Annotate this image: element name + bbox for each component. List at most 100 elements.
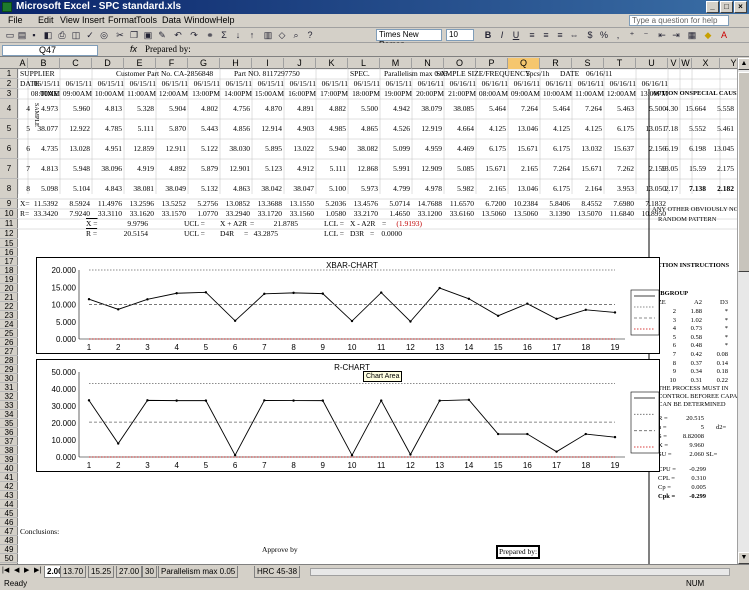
time-cell[interactable]: 15:00AM	[252, 89, 284, 99]
name-box[interactable]: Q47	[2, 45, 98, 56]
data-cell[interactable]: 4.891	[284, 104, 314, 114]
row-header-1[interactable]: 1	[0, 69, 18, 79]
percent-icon[interactable]: %	[598, 29, 610, 41]
minimize-button[interactable]: _	[706, 1, 719, 13]
lcl-x-label[interactable]: LCL =	[324, 219, 344, 229]
italic-icon[interactable]: I	[496, 29, 508, 41]
data-cell[interactable]: 4.985	[316, 124, 346, 134]
data-cell[interactable]: 13.028	[60, 144, 90, 154]
row-header-4[interactable]: 4	[0, 99, 18, 119]
column-header-h[interactable]: H	[220, 58, 252, 69]
sort-asc-icon[interactable]: ↓	[232, 29, 244, 41]
row-header-9[interactable]: 9	[0, 199, 18, 209]
cell-grid[interactable]: SUPPLIER Customer Part No. CA-2856848 Part…	[18, 69, 737, 564]
print-preview-icon[interactable]: ◫	[70, 29, 82, 41]
data-cell[interactable]: 5.132	[188, 184, 218, 194]
data-cell[interactable]: 5.099	[380, 144, 410, 154]
data-cell[interactable]: 5.904	[156, 104, 186, 114]
time-cell[interactable]: 10:00AM	[540, 89, 572, 99]
time-cell[interactable]: 09:00AM	[508, 89, 540, 99]
column-header-w[interactable]: W	[680, 58, 692, 69]
undo-icon[interactable]: ↶	[172, 29, 184, 41]
spelling-icon[interactable]: ✓	[84, 29, 96, 41]
side-note-1[interactable]: ANY OTHER OBVIOUSLY NON	[652, 205, 737, 215]
r-chart[interactable]: R-CHART 50.000 40.000 30.000 20.000 10.000 0.0…	[36, 359, 660, 472]
font-color-icon[interactable]: A	[718, 29, 730, 41]
xbar-value[interactable]: 13.5252	[156, 199, 186, 209]
row-header-50[interactable]: 50	[0, 554, 18, 563]
data-cell[interactable]: 4.865	[348, 124, 378, 134]
chart-legend[interactable]	[630, 289, 660, 336]
decrease-decimal-icon[interactable]: ⁻	[640, 29, 652, 41]
column-header-a[interactable]: A	[18, 58, 28, 69]
action-title[interactable]: ACTION ONSPECIAL CAUSES	[652, 89, 737, 99]
time-cell[interactable]: 21:00PM	[444, 89, 476, 99]
data-cell[interactable]: 4.856	[220, 124, 250, 134]
date-cell[interactable]: 06/15/11	[60, 79, 92, 89]
xbarbar-label[interactable]: X =	[86, 219, 98, 229]
ucl-x-value[interactable]: 21.8785	[268, 219, 298, 229]
data-cell[interactable]: 7.262	[604, 164, 634, 174]
data-cell[interactable]: 4.903	[284, 124, 314, 134]
column-header-x[interactable]: X	[692, 58, 720, 69]
menu-help[interactable]: Help	[216, 15, 235, 25]
row-header-3[interactable]: 3	[0, 89, 18, 99]
xbar-value[interactable]: 8.5924	[60, 199, 90, 209]
column-header-i[interactable]: I	[252, 58, 284, 69]
data-cell[interactable]: 4.882	[316, 104, 346, 114]
time-cell[interactable]: 20:00PM	[412, 89, 444, 99]
data-cell[interactable]: 38.030	[220, 144, 250, 154]
time-cell[interactable]: 10:00AM	[92, 89, 124, 99]
data-cell[interactable]: 4.978	[412, 184, 442, 194]
date-cell[interactable]: 06/15/11	[220, 79, 252, 89]
data-cell[interactable]: 4.664	[444, 124, 474, 134]
tab-27-00[interactable]: 27.00	[116, 566, 143, 578]
row-header-34[interactable]: 34	[0, 410, 18, 419]
menu-file[interactable]: File	[8, 15, 23, 25]
r-value[interactable]: 1.4650	[380, 209, 410, 219]
data-cell[interactable]: 4.973	[28, 104, 58, 114]
column-header-l[interactable]: L	[348, 58, 380, 69]
time-cell[interactable]: 08:00AM	[28, 89, 60, 99]
r-value[interactable]: 33.3420	[28, 209, 58, 219]
data-cell[interactable]: 12.914	[252, 124, 282, 134]
scroll-down-arrow-icon[interactable]: ▼	[738, 552, 749, 564]
time-cell[interactable]: 12:00AM	[604, 89, 636, 99]
data-cell[interactable]: 4.125	[540, 124, 570, 134]
row-header-38[interactable]: 38	[0, 446, 18, 455]
row-header-35[interactable]: 35	[0, 419, 18, 428]
xbar-value[interactable]: 5.2036	[316, 199, 346, 209]
xbar-value[interactable]: 5.8406	[540, 199, 570, 209]
tab-15-25[interactable]: 15.25	[88, 566, 115, 578]
increase-indent-icon[interactable]: ⇥	[670, 29, 682, 41]
date-cell[interactable]: 06/16/11	[444, 79, 476, 89]
d2-label[interactable]: d2=	[716, 423, 726, 433]
r-value[interactable]: 3.1390	[540, 209, 570, 219]
data-cell[interactable]: 15.671	[572, 164, 602, 174]
row-header-42[interactable]: 42	[0, 482, 18, 491]
menu-format[interactable]: Format	[108, 15, 137, 25]
prepared-by[interactable]: Prepared by:	[496, 545, 541, 559]
align-right-icon[interactable]: ≡	[554, 29, 566, 41]
comma-icon[interactable]: ,	[612, 29, 624, 41]
tab-last-icon[interactable]: ▶|	[34, 566, 41, 574]
horizontal-scrollbar[interactable]	[310, 568, 730, 576]
row-header-29[interactable]: 29	[0, 365, 18, 374]
r-value[interactable]: 33.1720	[252, 209, 282, 219]
data-cell[interactable]: 4.912	[284, 164, 314, 174]
part-no[interactable]: Part NO. 8117297750	[234, 69, 300, 79]
r-value[interactable]: 33.1560	[284, 209, 314, 219]
menu-view[interactable]: View	[60, 15, 79, 25]
data-cell[interactable]: 2.165	[476, 184, 506, 194]
row-header-31[interactable]: 31	[0, 383, 18, 392]
chart-legend[interactable]	[630, 391, 660, 454]
font-name-select[interactable]: Times New Roman	[376, 29, 442, 49]
row-header-10[interactable]: 10	[0, 209, 18, 219]
date-cell[interactable]: 06/15/11	[188, 79, 220, 89]
row-header-39[interactable]: 39	[0, 455, 18, 464]
time-cell[interactable]: 17:00PM	[316, 89, 348, 99]
data-cell[interactable]: 5.085	[444, 164, 474, 174]
xbar-value[interactable]: 7.6980	[604, 199, 634, 209]
side-value[interactable]: 13.05	[652, 164, 678, 174]
tab-prev-icon[interactable]: ◀	[14, 566, 19, 574]
